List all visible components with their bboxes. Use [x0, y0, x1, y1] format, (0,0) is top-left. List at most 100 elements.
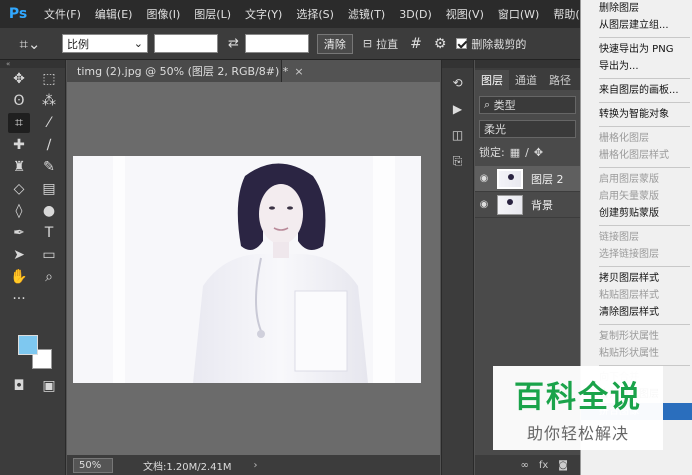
context-menu-item: 栅格化图层样式 — [599, 150, 669, 161]
path-select-icon[interactable]: ➤ — [8, 245, 30, 265]
move-tool-icon[interactable]: ✥ — [8, 69, 30, 89]
canvas-area[interactable] — [67, 82, 440, 455]
blur-tool-icon[interactable]: ◊ — [8, 201, 30, 221]
straighten-button[interactable]: ⊟ 拉直 — [363, 36, 398, 52]
menu-edit[interactable]: 编辑(E) — [95, 6, 133, 22]
close-icon[interactable]: × — [294, 65, 303, 78]
fx-button[interactable]: fx — [539, 460, 548, 471]
menu-filter[interactable]: 滤镜(T) — [348, 6, 385, 22]
panel-grip[interactable]: « — [0, 60, 65, 68]
panel-grip[interactable] — [475, 60, 580, 68]
dodge-tool-icon[interactable]: ● — [38, 201, 60, 221]
hand-tool-icon[interactable]: ✋ — [8, 267, 30, 287]
photoshop-logo: Ps — [8, 6, 28, 22]
link-layers-icon[interactable]: ∞ — [521, 460, 529, 471]
straighten-label: 拉直 — [376, 37, 399, 51]
crop-tool-preset-icon[interactable]: ⌗⌄ — [14, 32, 46, 56]
ratio-select[interactable]: 比例 ⌄ — [62, 34, 148, 53]
brushes-panel-icon[interactable]: ⎘ — [446, 150, 470, 172]
menu-separator — [599, 266, 690, 267]
width-field[interactable] — [154, 34, 218, 53]
lock-transparent-icon[interactable]: ▦ — [510, 146, 520, 159]
lock-row: 锁定: ▦ ∕ ✥ — [479, 144, 576, 160]
zoom-tool-icon[interactable]: ⌕ — [38, 267, 60, 287]
crop-tool-icon[interactable]: ⌗ — [8, 113, 30, 133]
layers-panel-footer: ∞ fx ◙ — [475, 455, 580, 475]
chevron-right-icon[interactable]: › — [254, 460, 258, 471]
menu-window[interactable]: 窗口(W) — [498, 6, 539, 22]
clear-button[interactable]: 清除 — [316, 33, 353, 54]
context-menu-item[interactable]: 删除图层 — [581, 0, 692, 17]
menu-type[interactable]: 文字(Y) — [245, 6, 282, 22]
menu-select[interactable]: 选择(S) — [296, 6, 334, 22]
lock-position-icon[interactable]: ✥ — [534, 146, 543, 159]
menu-separator — [599, 225, 690, 226]
search-icon: ⌕ — [484, 98, 491, 111]
layer-row[interactable]: ◉ 背景 — [475, 192, 580, 218]
layer-filter-select[interactable]: ⌕ 类型 — [479, 96, 576, 114]
magic-wand-icon[interactable]: ⁂ — [38, 91, 60, 111]
swap-icon[interactable]: ⇄ — [228, 36, 239, 51]
panel-grip[interactable] — [442, 60, 473, 68]
tab-paths[interactable]: 路径 — [543, 70, 577, 90]
context-menu-item[interactable]: 导出为... — [581, 58, 692, 75]
rectangle-tool-icon[interactable]: ▭ — [38, 245, 60, 265]
marquee-tool-icon[interactable]: ⬚ — [38, 69, 60, 89]
menu-layer[interactable]: 图层(L) — [194, 6, 231, 22]
watermark-subtitle: 助你轻松解决 — [526, 424, 629, 443]
context-menu-item[interactable]: 创建剪贴蒙版 — [581, 205, 692, 222]
menu-separator — [599, 167, 690, 168]
blend-mode-select[interactable]: 柔光 — [479, 120, 576, 138]
pen-tool-icon[interactable]: ✒ — [8, 223, 30, 243]
stamp-tool-icon[interactable]: ♜ — [8, 157, 30, 177]
context-menu-item: 启用矢量蒙版 — [599, 191, 659, 202]
menu-3d[interactable]: 3D(D) — [399, 8, 432, 21]
context-menu-item[interactable]: 快速导出为 PNG — [581, 41, 692, 58]
context-menu-item[interactable]: 来自图层的画板... — [581, 82, 692, 99]
gear-icon[interactable]: ⚙ — [434, 36, 447, 52]
type-tool-icon[interactable]: T — [38, 223, 60, 243]
tab-channels[interactable]: 通道 — [509, 70, 543, 90]
menu-separator — [599, 37, 690, 38]
history-brush-icon[interactable]: ✎ — [38, 157, 60, 177]
watermark-title: 百科全说 — [514, 380, 642, 415]
add-mask-icon[interactable]: ◙ — [558, 460, 568, 471]
lock-paint-icon[interactable]: ∕ — [525, 146, 529, 159]
properties-panel-icon[interactable]: ◫ — [446, 124, 470, 146]
context-menu-item[interactable]: 拷贝图层样式 — [581, 270, 692, 287]
eye-icon[interactable]: ◉ — [475, 199, 493, 210]
screen-mode-icon[interactable]: ▣ — [38, 376, 60, 396]
layer-name: 背景 — [531, 198, 553, 212]
grid-overlay-icon[interactable]: # — [410, 36, 422, 52]
menu-image[interactable]: 图像(I) — [146, 6, 180, 22]
delete-cropped-label: 删除裁剪的 — [471, 37, 527, 51]
blend-mode-value: 柔光 — [484, 123, 506, 136]
more-tools-icon[interactable]: ··· — [8, 289, 30, 309]
layer-row[interactable]: ◉ 图层 2 — [475, 166, 580, 192]
menu-view[interactable]: 视图(V) — [446, 6, 484, 22]
panel-icon-strip: ⟲ ▶ ◫ ⎘ — [441, 60, 474, 475]
healing-brush-icon[interactable]: ✚ — [8, 135, 30, 155]
tab-layers[interactable]: 图层 — [475, 70, 509, 90]
brush-tool-icon[interactable]: ∕ — [38, 135, 60, 155]
actions-play-icon[interactable]: ▶ — [446, 98, 470, 120]
eyedropper-icon[interactable]: ⁄ — [38, 113, 60, 133]
document-tab[interactable]: timg (2).jpg @ 50% (图层 2, RGB/8#) * × — [67, 60, 304, 82]
eye-icon[interactable]: ◉ — [475, 173, 493, 184]
document-image[interactable] — [73, 156, 421, 383]
eraser-tool-icon[interactable]: ◇ — [8, 179, 30, 199]
history-panel-icon[interactable]: ⟲ — [446, 72, 470, 94]
gradient-tool-icon[interactable]: ▤ — [38, 179, 60, 199]
foreground-color-swatch[interactable] — [18, 335, 38, 355]
context-menu-item[interactable]: 转换为智能对象 — [581, 106, 692, 123]
zoom-level-field[interactable]: 50% — [73, 457, 113, 473]
delete-cropped-checkbox[interactable]: 删除裁剪的 — [456, 36, 526, 52]
level-icon: ⊟ — [362, 37, 373, 50]
height-field[interactable] — [244, 34, 309, 53]
context-menu-item[interactable]: 从图层建立组... — [581, 17, 692, 34]
quick-mask-icon[interactable]: ◘ — [8, 376, 30, 396]
ratio-select-value: 比例 — [67, 37, 89, 51]
lasso-tool-icon[interactable]: ʘ — [8, 91, 30, 111]
context-menu-item[interactable]: 清除图层样式 — [581, 304, 692, 321]
menu-file[interactable]: 文件(F) — [44, 6, 81, 22]
